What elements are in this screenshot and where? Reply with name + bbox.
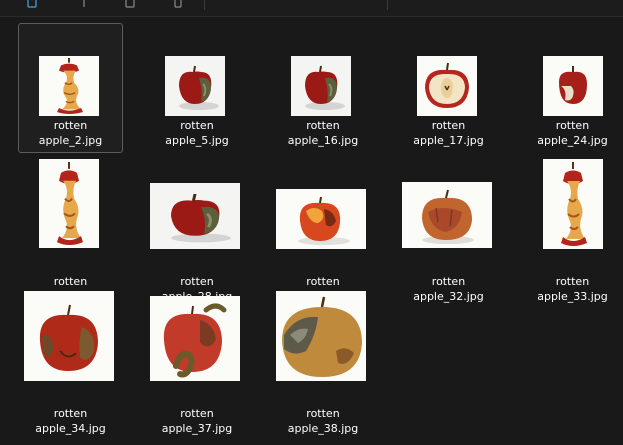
file-name-line1: rotten — [53, 119, 88, 132]
file-name-line2: apple_24.jpg — [537, 134, 608, 147]
file-name-line2: apple_33.jpg — [537, 290, 608, 303]
file-name-line1: rotten — [431, 119, 466, 132]
file-item[interactable]: rotten apple_5.jpg — [145, 23, 249, 153]
file-name[interactable]: rotten apple_2.jpg — [19, 118, 122, 148]
file-name-line2: apple_37.jpg — [161, 422, 233, 435]
file-name-line1: rotten — [180, 275, 214, 288]
image-thumbnail[interactable] — [276, 291, 366, 381]
file-name-line1: rotten — [306, 275, 340, 288]
file-grid: rotten apple_2.jpg rotten apple_5.jpg rott… — [0, 17, 623, 445]
file-name-line2: apple_5.jpg — [165, 134, 229, 147]
image-thumbnail[interactable] — [150, 296, 240, 381]
file-name-line2: apple_17.jpg — [413, 134, 484, 147]
file-name[interactable]: rotten apple_17.jpg — [397, 118, 500, 148]
more-icon[interactable] — [172, 0, 184, 8]
file-item[interactable]: rotten apple_37.jpg — [145, 289, 249, 435]
file-name[interactable]: rotten apple_24.jpg — [523, 118, 622, 148]
file-name-line1: rotten — [555, 119, 590, 132]
image-thumbnail[interactable] — [417, 56, 477, 116]
image-thumbnail[interactable] — [543, 159, 603, 249]
file-name-line2: apple_16.jpg — [287, 134, 359, 147]
file-name-line1: rotten — [306, 119, 340, 132]
file-item[interactable]: rotten apple_24.jpg — [522, 23, 623, 153]
file-name-line1: rotten — [180, 119, 214, 132]
file-name-line1: rotten — [53, 275, 88, 288]
file-name-line2: apple_2.jpg — [38, 134, 103, 147]
toolbar-divider — [204, 0, 205, 10]
file-name[interactable]: rotten apple_37.jpg — [146, 406, 248, 436]
file-name[interactable]: rotten apple_34.jpg — [19, 406, 122, 436]
copy-icon[interactable] — [26, 0, 38, 8]
file-item[interactable]: rotten apple_16.jpg — [271, 23, 375, 153]
file-name[interactable]: rotten apple_16.jpg — [272, 118, 374, 148]
file-name[interactable]: rotten apple_33.jpg — [523, 274, 622, 304]
file-name-line1: rotten — [180, 407, 214, 420]
image-thumbnail[interactable] — [165, 56, 225, 116]
file-item[interactable]: rotten apple_2.jpg — [18, 23, 123, 153]
file-item[interactable]: rotten apple_38.jpg — [271, 289, 375, 435]
image-thumbnail[interactable] — [402, 182, 492, 248]
file-item[interactable]: rottenapple_28.jpg — [145, 157, 249, 303]
image-thumbnail[interactable] — [543, 56, 603, 116]
file-name-line1: rotten — [306, 407, 340, 420]
file-item[interactable]: rottenapple_26.jpg — [18, 157, 123, 303]
file-name-line1: rotten — [555, 275, 590, 288]
image-thumbnail[interactable] — [39, 56, 99, 116]
file-name[interactable]: rotten apple_38.jpg — [272, 406, 374, 436]
share-icon[interactable] — [78, 0, 90, 7]
delete-icon[interactable] — [124, 0, 136, 8]
image-thumbnail[interactable] — [39, 159, 99, 248]
file-item[interactable]: rotten apple_17.jpg — [396, 23, 501, 153]
image-thumbnail[interactable] — [24, 291, 114, 381]
file-item[interactable]: rotten apple_34.jpg — [18, 289, 123, 435]
toolbar-divider — [387, 0, 388, 10]
file-name-line1: rotten — [53, 407, 88, 420]
file-item[interactable]: rotten apple_32.jpg — [396, 157, 501, 303]
file-name[interactable]: rotten apple_5.jpg — [146, 118, 248, 148]
command-bar — [0, 0, 623, 17]
image-thumbnail[interactable] — [276, 189, 366, 249]
image-thumbnail[interactable] — [291, 56, 351, 116]
file-name-line2: apple_38.jpg — [287, 422, 359, 435]
file-name-line1: rotten — [431, 275, 466, 288]
file-name[interactable]: rotten apple_32.jpg — [397, 274, 500, 304]
file-item[interactable]: rottenapple_30.jpg — [271, 157, 375, 303]
image-thumbnail[interactable] — [150, 183, 240, 249]
file-name-line2: apple_34.jpg — [35, 422, 106, 435]
file-name-line2: apple_32.jpg — [413, 290, 484, 303]
file-item[interactable]: rotten apple_33.jpg — [522, 157, 623, 303]
